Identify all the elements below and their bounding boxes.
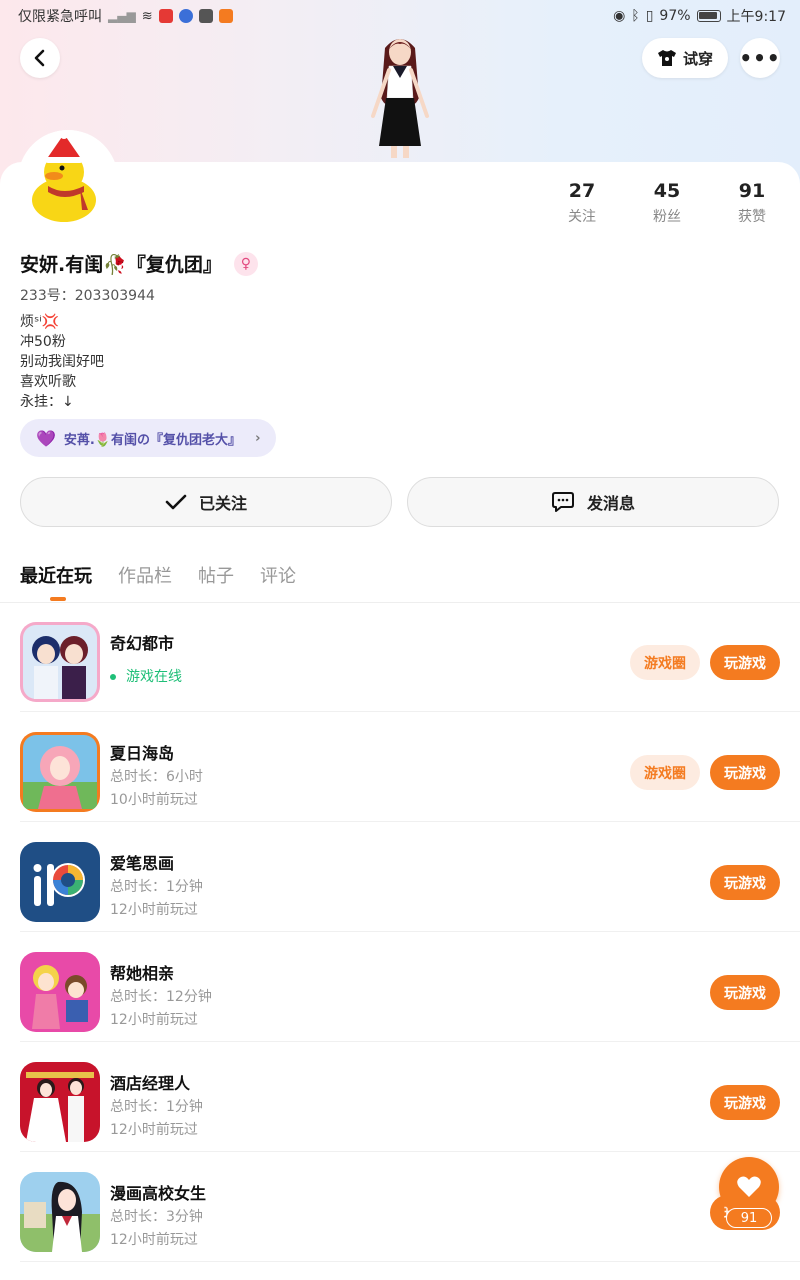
play-game-button[interactable]: 玩游戏 bbox=[710, 1085, 780, 1120]
tshirt-icon bbox=[657, 50, 676, 66]
battery-icon bbox=[696, 10, 721, 22]
battery-percent: 97% bbox=[659, 8, 691, 24]
stat-following[interactable]: 27 关注 bbox=[542, 180, 622, 226]
try-on-button[interactable]: 试穿 bbox=[642, 38, 728, 78]
game-icon-image bbox=[20, 1062, 100, 1142]
bio-line: 永挂：↓ bbox=[20, 394, 74, 410]
send-message-label: 发消息 bbox=[586, 494, 635, 513]
tab-works[interactable]: 作品栏 bbox=[118, 562, 172, 588]
music-app-icon bbox=[178, 9, 193, 23]
game-list-item[interactable]: 奇幻都市 游戏在线 游戏圈 玩游戏 bbox=[20, 602, 800, 712]
stat-following-count: 27 bbox=[568, 180, 596, 202]
clock: 上午9:17 bbox=[726, 9, 786, 25]
play-game-button[interactable]: 玩游戏 bbox=[710, 975, 780, 1010]
active-tab-indicator bbox=[50, 597, 66, 601]
game-icon-image bbox=[20, 1172, 100, 1252]
heart-icon bbox=[737, 1176, 761, 1197]
female-gender-icon: ♀ bbox=[233, 251, 258, 276]
relationship-badge[interactable]: 💜 安苒.🌷有闺の『复仇团老大』 › bbox=[20, 419, 277, 457]
stat-followers[interactable]: 45 粉丝 bbox=[627, 180, 707, 226]
game-icon-image bbox=[20, 952, 100, 1032]
chat-bubble-icon bbox=[551, 492, 574, 512]
bio-line: 喜欢听歌 bbox=[20, 374, 76, 390]
game-last-played: 12小时前玩过 bbox=[110, 1232, 198, 1248]
more-options-button[interactable]: ••• bbox=[739, 38, 781, 78]
tab-posts[interactable]: 帖子 bbox=[198, 562, 234, 588]
online-dot-icon bbox=[110, 674, 116, 680]
game-title: 帮她相亲 bbox=[110, 964, 175, 983]
recorder-app-icon bbox=[158, 9, 173, 23]
back-button[interactable] bbox=[20, 38, 60, 78]
stat-likes-label: 获赞 bbox=[738, 209, 766, 225]
bio-line: 别动我闺好吧 bbox=[20, 354, 104, 370]
bio-line: 冲50粉 bbox=[20, 334, 66, 350]
game-icon-image bbox=[20, 622, 100, 702]
bluetooth-icon: ᛒ bbox=[631, 8, 640, 24]
tab-recently-played[interactable]: 最近在玩 bbox=[20, 562, 92, 588]
game-last-played: 12小时前玩过 bbox=[110, 902, 198, 918]
like-count-badge: 91 bbox=[726, 1208, 772, 1228]
heart-icon: 💜 bbox=[36, 428, 56, 448]
duck-avatar-image bbox=[18, 130, 118, 230]
stat-followers-label: 粉丝 bbox=[653, 209, 681, 225]
game-total-playtime: 总时长：6小时 bbox=[110, 769, 203, 785]
stat-likes[interactable]: 91 获赞 bbox=[712, 180, 792, 226]
game-title: 奇幻都市 bbox=[110, 634, 175, 653]
relationship-badge-text: 安苒.🌷有闺の『复仇团老大』 bbox=[63, 432, 242, 448]
follow-button-label: 已关注 bbox=[198, 494, 247, 513]
vibrate-icon: ▯ bbox=[645, 8, 654, 24]
profile-stats: 27 关注 45 粉丝 91 获赞 bbox=[540, 180, 800, 230]
game-circle-button[interactable]: 游戏圈 bbox=[630, 645, 700, 680]
game-list-item[interactable]: 帮她相亲 总时长：12分钟 12小时前玩过 玩游戏 bbox=[20, 932, 800, 1042]
play-game-button[interactable]: 玩游戏 bbox=[710, 645, 780, 680]
wifi-icon: ≋ bbox=[141, 8, 153, 24]
game-total-playtime: 总时长：1分钟 bbox=[110, 1099, 203, 1115]
stat-following-label: 关注 bbox=[568, 209, 596, 225]
game-circle-button[interactable]: 游戏圈 bbox=[630, 755, 700, 790]
avatar-character-figure[interactable] bbox=[355, 28, 445, 164]
game-last-played: 12小时前玩过 bbox=[110, 1122, 198, 1138]
try-on-label: 试穿 bbox=[682, 49, 713, 68]
chevron-left-icon bbox=[34, 49, 45, 67]
online-status-text: 游戏在线 bbox=[126, 669, 182, 685]
game-list-item[interactable]: 爱笔思画 总时长：1分钟 12小时前玩过 玩游戏 bbox=[20, 822, 800, 932]
game-online-status: 游戏在线 bbox=[110, 666, 182, 686]
profile-name: 安妍.有闺🥀『复仇团』 bbox=[20, 254, 222, 276]
follow-button[interactable]: 已关注 bbox=[20, 477, 392, 527]
profile-tabs: 最近在玩 作品栏 帖子 评论 bbox=[20, 562, 296, 588]
bio-line: 烦ˢⁱ💢 bbox=[20, 314, 60, 330]
game-icon-image bbox=[20, 732, 100, 812]
checkmark-icon bbox=[165, 494, 187, 510]
carrier-text: 仅限紧急呼叫 bbox=[18, 9, 102, 25]
chevron-right-icon: › bbox=[255, 430, 261, 446]
game-total-playtime: 总时长：1分钟 bbox=[110, 879, 203, 895]
avatar[interactable] bbox=[18, 130, 118, 230]
game-list-item[interactable]: 漫画高校女生 总时长：3分钟 12小时前玩过 玩游戏 bbox=[20, 1152, 800, 1262]
game-icon-image bbox=[20, 842, 100, 922]
tab-comments[interactable]: 评论 bbox=[260, 562, 296, 588]
game-list-item[interactable]: 夏日海岛 总时长：6小时 10小时前玩过 游戏圈 玩游戏 bbox=[20, 712, 800, 822]
signal-icon: ▂▄▆ bbox=[108, 9, 136, 23]
game-last-played: 12小时前玩过 bbox=[110, 1012, 198, 1028]
eye-icon: ◉ bbox=[613, 8, 626, 24]
profile-bio: 烦ˢⁱ💢 冲50粉 别动我闺好吧 喜欢听歌 永挂：↓ bbox=[20, 312, 104, 412]
user-id: 233号：203303944 bbox=[20, 288, 155, 304]
more-dots-icon: ••• bbox=[739, 46, 781, 70]
video-app-icon bbox=[218, 9, 233, 23]
mail-app-icon bbox=[198, 9, 213, 23]
play-game-button[interactable]: 玩游戏 bbox=[710, 865, 780, 900]
game-last-played: 10小时前玩过 bbox=[110, 792, 198, 808]
game-title: 夏日海岛 bbox=[110, 744, 175, 763]
game-title: 爱笔思画 bbox=[110, 854, 175, 873]
game-list-item[interactable]: 酒店经理人 总时长：1分钟 12小时前玩过 玩游戏 bbox=[20, 1042, 800, 1152]
game-title: 漫画高校女生 bbox=[110, 1184, 207, 1203]
stat-likes-count: 91 bbox=[738, 180, 766, 202]
game-total-playtime: 总时长：12分钟 bbox=[110, 989, 212, 1005]
name-row: 安妍.有闺🥀『复仇团』 ♀ bbox=[20, 250, 258, 277]
game-title: 酒店经理人 bbox=[110, 1074, 191, 1093]
stat-followers-count: 45 bbox=[653, 180, 681, 202]
game-total-playtime: 总时长：3分钟 bbox=[110, 1209, 203, 1225]
play-game-button[interactable]: 玩游戏 bbox=[710, 755, 780, 790]
send-message-button[interactable]: 发消息 bbox=[407, 477, 779, 527]
